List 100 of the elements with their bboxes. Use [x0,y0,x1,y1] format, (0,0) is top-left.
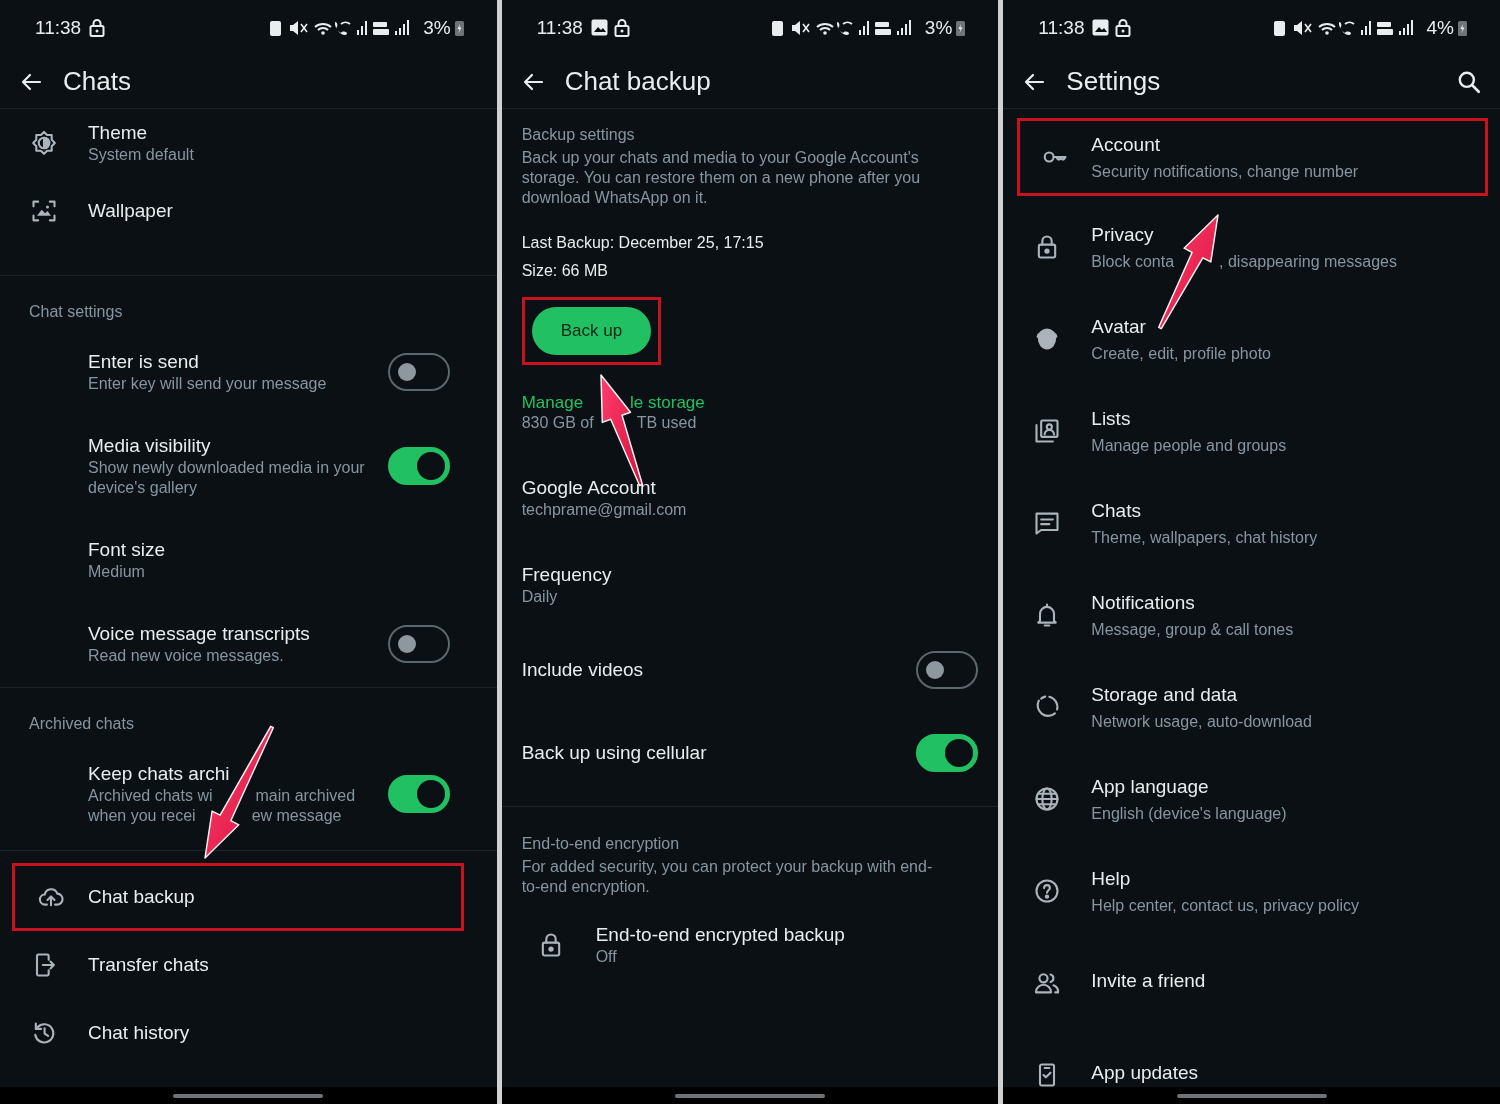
item-subtitle: Show newly downloaded media in your device's gallery [88,458,366,498]
toggle-switch[interactable] [388,447,450,485]
section-description: For added security, you can protect your backup with end-to-end encryption. [521,857,934,897]
toggle-row[interactable]: Back up using cellular [521,733,979,773]
wifi-icon [815,22,834,35]
status-time: 11:38 [1038,16,1085,39]
toggle-switch[interactable] [916,734,979,772]
item-title: Transfer chats [88,953,210,977]
brightness-icon [29,129,58,157]
storage-link[interactable]: le storage [630,393,705,413]
help-icon [1032,877,1061,905]
lock-icon [613,18,630,37]
toggle-switch[interactable] [388,625,450,663]
item-title: Font size [88,538,167,562]
toggle-switch[interactable] [388,775,450,813]
menu-item[interactable]: Storage and data Network usage, auto-download [1003,661,1500,753]
item-title: Lists [1091,406,1132,431]
toggle-row[interactable]: Keep chats archi Archived chats wi main archived when you recei ew message [0,742,497,846]
battery-saver-icon [771,20,783,36]
menu-item[interactable]: Lists Manage people and groups [1003,385,1500,477]
item-title: Keep chats archi [88,762,231,786]
item-title: Voice message transcripts [88,622,311,646]
toggle-row[interactable]: Include videos [521,650,979,690]
highlighted-menu-item[interactable]: Account Security notifications, change number [1017,118,1488,196]
section-header: Chat settings [28,302,124,322]
item-title: End-to-end encrypted backup [595,923,846,947]
back-up-button[interactable]: Back up [531,307,652,355]
status-time: 11:38 [536,16,583,39]
storage-usage: TB used [636,413,697,433]
menu-item[interactable]: Transfer chats [0,931,497,999]
item-title: App language [1091,774,1210,799]
item-subtitle: Message, group & call tones [1091,619,1295,640]
toggle-switch[interactable] [388,353,450,391]
signal-icon [1398,19,1413,35]
mute-icon [1293,20,1312,35]
menu-item[interactable]: Help Help center, contact us, privacy policy [1003,845,1500,937]
item-title: Enter is send [88,350,200,374]
screen-title: Settings [1066,66,1161,97]
toggle-row[interactable]: Enter is send Enter key will send your message [0,330,497,414]
item-subtitle: English (device's language) [1091,803,1288,824]
menu-item[interactable]: Chats Theme, wallpapers, chat history [1003,477,1500,569]
highlighted-menu-item[interactable]: Chat backup [12,863,464,931]
item-title: Invite a friend [1091,968,1207,993]
item-title: Chat history [88,1021,191,1045]
item-title: Chat backup [88,885,196,909]
item-title: Notifications [1091,590,1196,615]
wifi-icon [1317,22,1336,35]
mute-icon [290,20,308,35]
menu-item[interactable]: Wallpaper [0,177,497,245]
menu-item[interactable]: Chat history [0,999,497,1067]
storage-usage: 830 GB of [521,413,594,433]
signal-icon [858,20,869,35]
menu-item[interactable]: End-to-end encrypted backup Off [501,923,979,967]
menu-item[interactable]: Invite a friend [1003,937,1500,1029]
item-title: Storage and data [1091,682,1239,707]
menu-item[interactable]: Font size Medium [0,518,497,602]
item-subtitle: System default [88,145,195,165]
battery-icon [1458,19,1467,36]
home-handle[interactable] [173,1093,324,1098]
item-subtitle: Daily [521,587,559,607]
item-subtitle: Network usage, auto-download [1091,711,1313,732]
wifi-icon [314,22,333,35]
mute-icon [791,20,810,35]
section-header: End-to-end encryption [521,834,681,854]
globe-icon [1032,785,1061,813]
wifi-call-icon [335,21,352,35]
item-subtitle: Create, edit, profile photo [1091,343,1272,364]
item-subtitle: Off [595,947,618,967]
lock-icon [89,18,106,37]
menu-item[interactable]: App language English (device's language) [1003,753,1500,845]
menu-item[interactable]: Privacy Block conta , disappearing messages [1003,201,1500,293]
item-subtitle: Manage people and groups [1091,435,1288,456]
item-subtitle: Security notifications, change number [1091,161,1360,182]
toggle-row[interactable]: Media visibility Show newly downloaded media in your device's gallery [0,414,497,518]
item-title: Include videos [521,658,645,682]
signal-icon [1360,20,1371,35]
menu-item[interactable]: Avatar Create, edit, profile photo [1003,293,1500,385]
item-subtitle: when you recei [88,806,196,826]
item-title: Help [1091,866,1132,891]
menu-item[interactable]: Theme System default [0,109,497,177]
item-title: Privacy [1091,222,1155,247]
toggle-switch[interactable] [916,651,979,689]
toggle-row[interactable]: Voice message transcripts Read new voice messages. [0,602,497,686]
section-description: Back up your chats and media to your Google Account's storage. You can restore them on a new phone after you download WhatsApp on it. [521,148,922,208]
wifi-call-icon [1338,21,1355,35]
backup-info: Last Backup: December 25, 17:15 [521,233,765,253]
battery-percent: 3% [423,16,451,39]
home-handle[interactable] [1176,1093,1327,1098]
battery-icon [956,19,966,36]
battery-percent: 4% [1426,16,1454,39]
menu-item[interactable]: Notifications Message, group & call tones [1003,569,1500,661]
battery-icon [454,19,464,36]
backup-info: Size: 66 MB [521,261,609,281]
menu-item[interactable]: App updates [1003,1029,1500,1087]
storage-link[interactable]: Manage [521,393,584,413]
item-title[interactable]: Frequency [521,563,979,587]
item-title[interactable]: Google Account [521,476,979,500]
home-handle[interactable] [675,1093,825,1098]
item-title: Wallpaper [88,199,174,223]
signal-icon [357,20,368,35]
